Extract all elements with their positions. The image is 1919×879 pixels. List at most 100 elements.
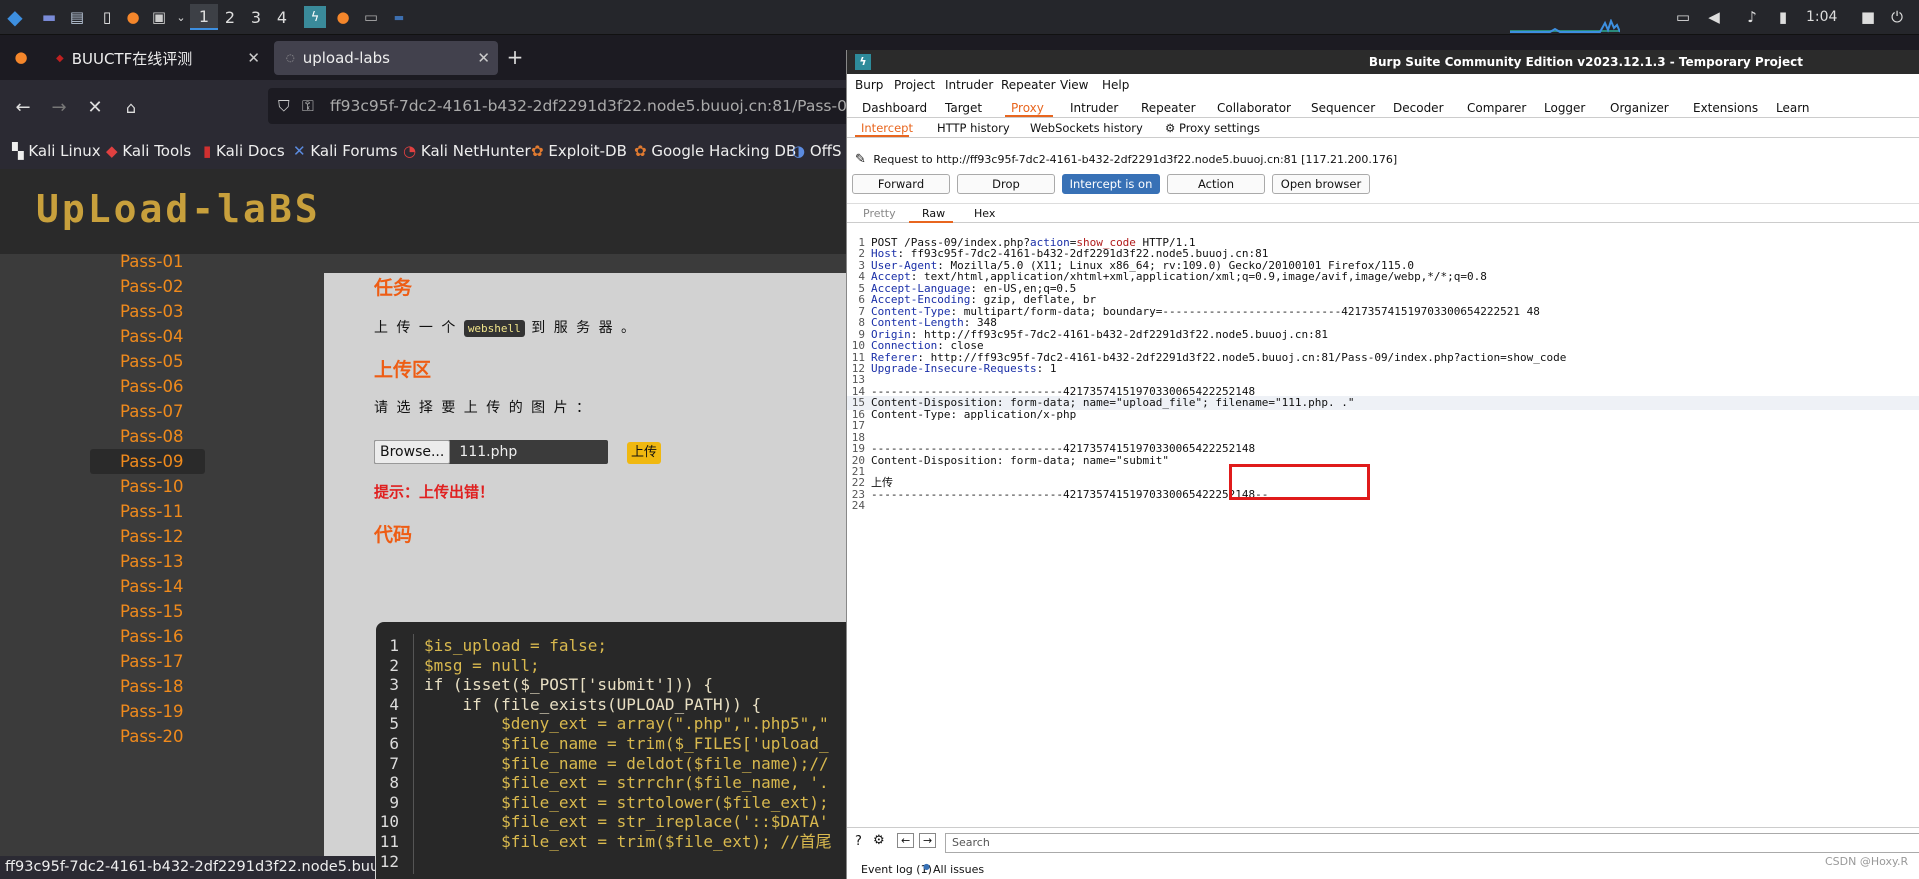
menu-help[interactable]: Help — [1102, 78, 1129, 92]
pass-link[interactable]: Pass-03 — [90, 299, 210, 324]
menu-burp[interactable]: Burp — [855, 78, 883, 92]
menu-project[interactable]: Project — [894, 78, 935, 92]
pass-link[interactable]: Pass-09 — [90, 449, 205, 474]
tab-collaborator[interactable]: Collaborator — [1217, 101, 1291, 115]
pass-link[interactable]: Pass-01 — [90, 249, 210, 274]
view-raw[interactable]: Raw — [922, 207, 945, 220]
tab-learn[interactable]: Learn — [1776, 101, 1810, 115]
view-hex[interactable]: Hex — [974, 207, 995, 220]
request-editor[interactable]: 1 POST /Pass-09/index.php?action=show_cod… — [847, 228, 1919, 828]
tab-target[interactable]: Target — [945, 101, 982, 115]
bookmark-kali-nethunter[interactable]: ◔ Kali NetHunter — [403, 142, 531, 160]
kali-menu-icon[interactable]: ◆ — [4, 5, 26, 29]
help-icon[interactable]: ? — [855, 834, 862, 849]
bookmark-kali-docs[interactable]: ▮ Kali Docs — [203, 142, 285, 160]
workspace-2[interactable]: 2 — [216, 4, 244, 30]
next-arrow-icon[interactable]: → — [919, 833, 937, 848]
window-taskbar-icon[interactable]: ▬ — [388, 6, 410, 28]
bookmark-kali-tools[interactable]: ◆ Kali Tools — [106, 142, 191, 160]
site-logo[interactable]: UpLoad-laBS — [36, 187, 321, 231]
settings-gear-icon[interactable]: ⚙ — [873, 833, 885, 848]
search-input[interactable]: Search — [945, 833, 1919, 853]
subtab-http-history[interactable]: HTTP history — [937, 121, 1010, 135]
pass-link[interactable]: Pass-08 — [90, 424, 210, 449]
tab-proxy[interactable]: Proxy — [1011, 101, 1044, 115]
subtab-proxy-settings[interactable]: ⚙ Proxy settings — [1165, 121, 1260, 135]
workspace-3[interactable]: 3 — [242, 4, 270, 30]
notification-bell-icon[interactable]: ♪ — [1741, 6, 1763, 28]
tab-sequencer[interactable]: Sequencer — [1311, 101, 1375, 115]
event-log-tab[interactable]: Event log (1) — [861, 863, 932, 876]
pass-link[interactable]: Pass-05 — [90, 349, 210, 374]
upload-button[interactable]: 上传 — [627, 442, 661, 464]
tab-intruder[interactable]: Intruder — [1070, 101, 1118, 115]
back-arrow-icon[interactable]: ← — [12, 96, 34, 118]
text-editor-icon[interactable]: ▯ — [96, 6, 118, 28]
terminal-icon[interactable]: ▣ — [148, 6, 170, 28]
bookmark-kali-linux[interactable]: ▚ Kali Linux — [12, 142, 101, 160]
pass-link[interactable]: Pass-13 — [90, 549, 210, 574]
view-pretty[interactable]: Pretty — [863, 207, 896, 220]
bookmark-kali-forums[interactable]: ✕ Kali Forums — [293, 142, 398, 160]
menu-view[interactable]: View — [1060, 78, 1088, 92]
tab-dashboard[interactable]: Dashboard — [862, 101, 927, 115]
bookmark-offs[interactable]: ◑ OffS — [792, 142, 842, 160]
menu-intruder[interactable]: Intruder — [945, 78, 993, 92]
firefox-view-icon[interactable]: ● — [10, 46, 32, 68]
battery-icon[interactable]: ▮ — [1772, 6, 1794, 28]
pass-link[interactable]: Pass-17 — [90, 649, 210, 674]
browse-button[interactable]: Browse... — [374, 440, 451, 464]
pass-link[interactable]: Pass-15 — [90, 599, 210, 624]
desktop-icon[interactable]: ▬ — [38, 6, 60, 28]
display-icon[interactable]: ▭ — [1672, 6, 1694, 28]
lock-icon[interactable]: ■ — [1857, 6, 1879, 28]
clock[interactable]: 1:04 — [1806, 9, 1837, 25]
prev-arrow-icon[interactable]: ← — [897, 833, 915, 848]
tab-upload-labs[interactable]: ◌ upload-labs ✕ — [274, 41, 498, 75]
intercept-toggle-button[interactable]: Intercept is on — [1062, 174, 1160, 194]
pass-link[interactable]: Pass-20 — [90, 724, 210, 749]
chevron-down-icon[interactable]: ⌄ — [170, 6, 192, 28]
url-bar[interactable]: ⛉ ⚿ ff93c95f-7dc2-4161-b432-2df2291d3f22… — [268, 88, 850, 124]
subtab-intercept[interactable]: Intercept — [861, 121, 913, 135]
pass-link[interactable]: Pass-19 — [90, 699, 210, 724]
action-button[interactable]: Action — [1167, 174, 1265, 194]
subtab-websockets-history[interactable]: WebSockets history — [1030, 121, 1143, 135]
home-icon[interactable]: ⌂ — [120, 96, 142, 118]
volume-icon[interactable]: ◀ — [1703, 6, 1725, 28]
stop-loading-icon[interactable]: ✕ — [84, 96, 106, 118]
tab-logger[interactable]: Logger — [1544, 101, 1585, 115]
tab-organizer[interactable]: Organizer — [1610, 101, 1669, 115]
menu-repeater[interactable]: Repeater — [1001, 78, 1056, 92]
pass-link[interactable]: Pass-18 — [90, 674, 210, 699]
pass-link[interactable]: Pass-11 — [90, 499, 210, 524]
tab-extensions[interactable]: Extensions — [1693, 101, 1758, 115]
tab-repeater[interactable]: Repeater — [1141, 101, 1196, 115]
close-tab-icon[interactable]: ✕ — [247, 49, 260, 67]
all-issues-tab[interactable]: All issues — [933, 863, 984, 876]
tab-comparer[interactable]: Comparer — [1467, 101, 1526, 115]
pass-link[interactable]: Pass-02 — [90, 274, 210, 299]
pass-link[interactable]: Pass-10 — [90, 474, 210, 499]
drop-button[interactable]: Drop — [957, 174, 1055, 194]
close-tab-icon[interactable]: ✕ — [477, 49, 490, 67]
files-icon[interactable]: ▤ — [66, 6, 88, 28]
pass-link[interactable]: Pass-16 — [90, 624, 210, 649]
power-icon[interactable]: ⏻ — [1886, 6, 1908, 28]
pass-link[interactable]: Pass-14 — [90, 574, 210, 599]
pass-link[interactable]: Pass-07 — [90, 399, 210, 424]
open-browser-button[interactable]: Open browser — [1272, 174, 1370, 194]
file-input[interactable]: Browse... 111.php — [374, 440, 608, 464]
burp-taskbar-icon[interactable]: ϟ — [304, 6, 326, 28]
bookmark-exploit-db[interactable]: ✿ Exploit-DB — [531, 142, 627, 160]
forward-button[interactable]: Forward — [852, 174, 950, 194]
firefox-icon[interactable]: ● — [122, 6, 144, 28]
bookmark-google-hacking-db[interactable]: ✿ Google Hacking DB — [634, 142, 796, 160]
terminal-taskbar-icon[interactable]: ▭ — [360, 6, 382, 28]
tab-buuctf[interactable]: ◆ BUUCTF在线评测 ✕ — [44, 41, 268, 75]
workspace-4[interactable]: 4 — [268, 4, 296, 30]
new-tab-icon[interactable]: + — [504, 45, 526, 69]
firefox-taskbar-icon[interactable]: ● — [332, 6, 354, 28]
workspace-1[interactable]: 1 — [190, 4, 218, 30]
pass-link[interactable]: Pass-04 — [90, 324, 210, 349]
